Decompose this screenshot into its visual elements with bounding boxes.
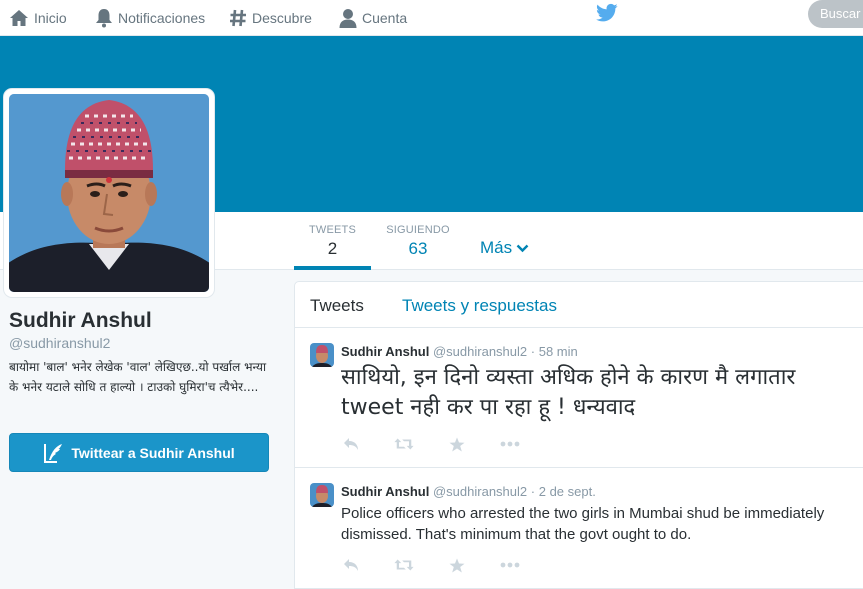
profile-name[interactable]: Sudhir Anshul (9, 309, 152, 333)
compose-feather-icon (44, 443, 63, 463)
tweet-item[interactable]: Sudhir Anshul @sudhiranshul2 · 58 min सा… (295, 329, 863, 468)
star-icon (449, 558, 465, 572)
profile-bio: बायोमा 'बाल' भनेर लेखेक 'वाल' लेखिएछ..यो… (9, 360, 267, 394)
profile-handle[interactable]: @sudhiranshul2 (9, 335, 110, 351)
retweet-button[interactable] (394, 436, 414, 452)
more-actions-button[interactable] (500, 436, 520, 452)
tweet-author-handle[interactable]: @sudhiranshul2 (433, 344, 527, 359)
reply-button[interactable] (341, 436, 361, 452)
nav-notifications-label: Notificaciones (118, 10, 206, 26)
ellipsis-icon (500, 562, 520, 568)
tab-tweets[interactable]: Tweets (310, 296, 364, 316)
retweet-icon (394, 438, 414, 450)
nav-home[interactable]: Inicio (9, 0, 67, 36)
nav-home-label: Inicio (34, 10, 67, 26)
nav-notifications[interactable]: Notificaciones (95, 0, 205, 36)
avatar-thumbnail (310, 483, 334, 507)
star-icon (449, 437, 465, 451)
reply-button[interactable] (341, 557, 361, 573)
tweet-header: Sudhir Anshul @sudhiranshul2 · 58 min (341, 344, 578, 359)
nav-account-label: Cuenta (362, 10, 408, 26)
tweets-stat-label: TWEETS (308, 224, 357, 236)
following-stat[interactable]: SIGUIENDO 63 (380, 212, 456, 270)
tweet-timestamp[interactable]: 2 de sept. (539, 484, 596, 499)
search-input[interactable]: Buscar e (808, 0, 863, 28)
avatar-photo (9, 94, 209, 292)
twitter-bird-logo[interactable] (596, 3, 618, 28)
following-stat-value: 63 (408, 239, 428, 258)
retweet-icon (394, 559, 414, 571)
twitter-bird-icon (596, 3, 618, 22)
tweet-avatar[interactable] (310, 343, 334, 367)
person-icon (339, 9, 357, 28)
tweet-item[interactable]: Sudhir Anshul @sudhiranshul2 · 2 de sept… (295, 469, 863, 589)
tweet-to-button[interactable]: Twittear a Sudhir Anshul (9, 433, 269, 472)
tweet-separator: · (530, 344, 536, 359)
more-dropdown[interactable]: Más (480, 238, 529, 258)
favorite-button[interactable] (447, 557, 467, 573)
reply-icon (344, 559, 358, 571)
avatar-thumbnail (310, 343, 334, 367)
chevron-down-icon (516, 244, 529, 252)
tab-tweets-replies[interactable]: Tweets y respuestas (402, 296, 557, 316)
tweet-author-name[interactable]: Sudhir Anshul (341, 484, 429, 499)
tweets-stat[interactable]: TWEETS 2 (294, 212, 371, 270)
tweet-author-handle[interactable]: @sudhiranshul2 (433, 484, 527, 499)
tweet-to-label: Twittear a Sudhir Anshul (71, 444, 235, 461)
timeline-tabs: Tweets Tweets y respuestas (295, 282, 863, 328)
favorite-button[interactable] (447, 436, 467, 452)
profile-avatar[interactable] (4, 89, 214, 297)
more-actions-button[interactable] (500, 557, 520, 573)
following-stat-label: SIGUIENDO (386, 224, 450, 236)
tweet-header: Sudhir Anshul @sudhiranshul2 · 2 de sept… (341, 484, 596, 499)
ellipsis-icon (500, 441, 520, 447)
tweet-separator: · (530, 484, 536, 499)
tweets-stat-value: 2 (327, 239, 338, 258)
bell-icon (96, 9, 112, 28)
nav-discover[interactable]: Descubre (229, 0, 312, 36)
tweet-timeline: Tweets Tweets y respuestas Sudhir Anshul… (294, 281, 863, 589)
tweet-text: साथियो, इन दिनो व्यस्ता अधिक होने के कार… (341, 365, 796, 420)
tweet-timestamp[interactable]: 58 min (539, 344, 578, 359)
reply-icon (344, 438, 358, 450)
tweet-author-name[interactable]: Sudhir Anshul (341, 344, 429, 359)
tweet-actions (341, 436, 520, 452)
retweet-button[interactable] (394, 557, 414, 573)
more-label: Más (480, 238, 513, 257)
tweet-text: Police officers who arrested the two gir… (341, 505, 825, 543)
hashtag-icon (230, 9, 246, 27)
tweet-actions (341, 557, 520, 573)
tweet-avatar[interactable] (310, 483, 334, 507)
top-nav: Inicio Notificaciones Descubre Cuenta Bu… (0, 0, 863, 36)
home-icon (10, 10, 28, 26)
nav-discover-label: Descubre (252, 10, 312, 26)
nav-account[interactable]: Cuenta (339, 0, 407, 36)
